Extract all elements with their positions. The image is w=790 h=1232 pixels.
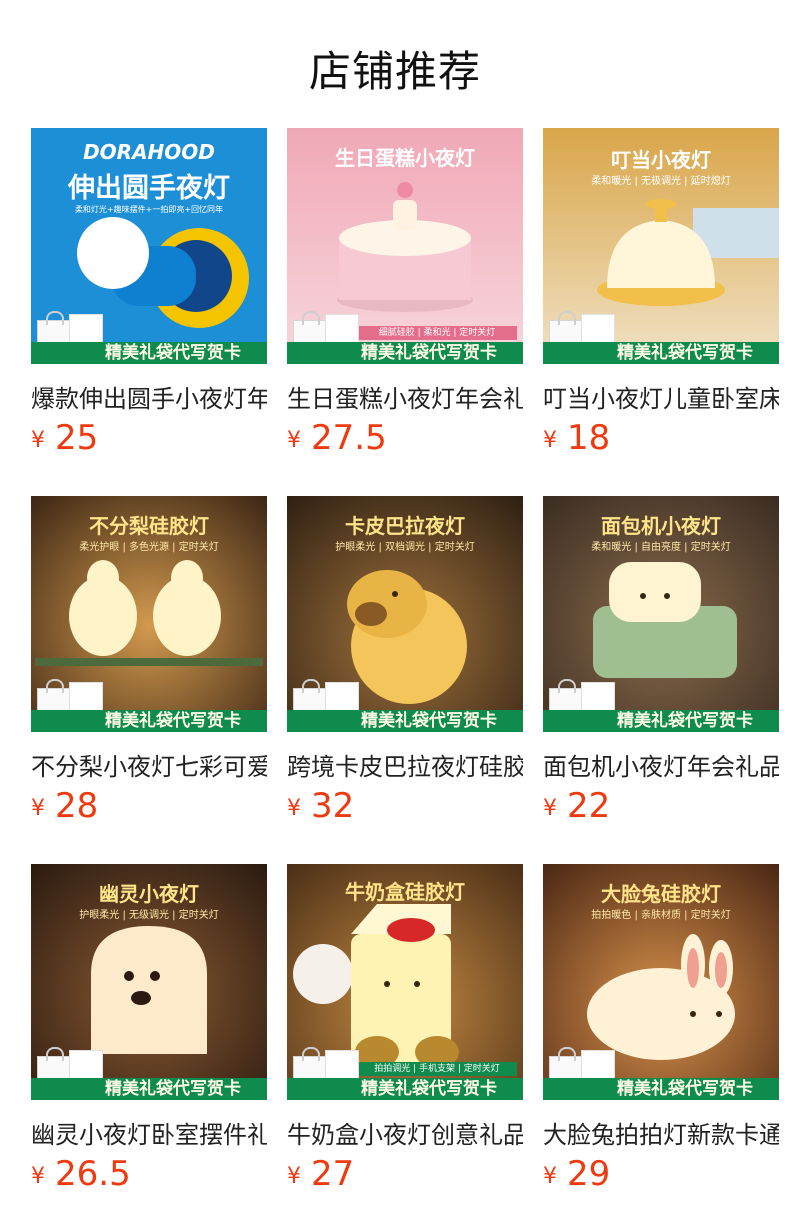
currency-symbol: ¥ (287, 796, 301, 821)
price-value: 25 (55, 418, 99, 458)
product-price: ¥27.5 (287, 418, 387, 458)
product-card[interactable]: 大脸兔硅胶灯 拍拍暖色 | 亲肤材质 | 定时关灯 精美礼袋代写贺卡 大脸兔拍拍… (543, 864, 779, 1194)
product-image[interactable]: 大脸兔硅胶灯 拍拍暖色 | 亲肤材质 | 定时关灯 精美礼袋代写贺卡 (543, 864, 779, 1100)
price-value: 26.5 (55, 1154, 131, 1194)
product-image[interactable]: 生日蛋糕小夜灯 细腻硅胶 | 柔和光 | 定时关灯 精美礼袋代写贺卡 (287, 128, 523, 364)
product-image[interactable]: 牛奶盒硅胶灯 拍拍调光 | 手机支架 | 定时关灯 精美礼袋代写贺卡 (287, 864, 523, 1100)
currency-symbol: ¥ (287, 1164, 301, 1189)
price-value: 32 (311, 786, 355, 826)
currency-symbol: ¥ (543, 1164, 557, 1189)
product-title[interactable]: 幽灵小夜灯卧室摆件礼品 (31, 1115, 267, 1147)
currency-symbol: ¥ (543, 428, 557, 453)
product-title[interactable]: 面包机小夜灯年会礼品 (543, 747, 779, 779)
currency-symbol: ¥ (287, 428, 301, 453)
price-value: 27.5 (311, 418, 387, 458)
ribbon-label: 精美礼袋代写贺卡 (617, 343, 753, 363)
currency-symbol: ¥ (31, 796, 45, 821)
ribbon-label: 精美礼袋代写贺卡 (617, 711, 753, 731)
product-card[interactable]: 叮当小夜灯 柔和暖光 | 无极调光 | 延时熄灯 精美礼袋代写贺卡 叮当小夜灯儿… (543, 128, 779, 458)
price-value: 22 (567, 786, 611, 826)
ribbon-label: 精美礼袋代写贺卡 (105, 711, 241, 731)
ribbon-label: 精美礼袋代写贺卡 (361, 343, 497, 363)
currency-symbol: ¥ (31, 1164, 45, 1189)
product-card[interactable]: 面包机小夜灯 柔和暖光 | 自由亮度 | 定时关灯 精美礼袋代写贺卡 面包机小夜… (543, 496, 779, 826)
product-image[interactable]: 叮当小夜灯 柔和暖光 | 无极调光 | 延时熄灯 精美礼袋代写贺卡 (543, 128, 779, 364)
product-title[interactable]: 爆款伸出圆手小夜灯年会礼品 (31, 379, 267, 411)
product-image[interactable]: 卡皮巴拉夜灯 护眼柔光 | 双档调光 | 定时关灯 精美礼袋代写贺卡 (287, 496, 523, 732)
product-image[interactable]: 不分梨硅胶灯 柔光护眼 | 多色光源 | 定时关灯 精美礼袋代写贺卡 (31, 496, 267, 732)
product-price: ¥26.5 (31, 1154, 131, 1194)
price-value: 18 (567, 418, 611, 458)
page-title: 店铺推荐 (308, 47, 481, 96)
product-image[interactable]: 幽灵小夜灯 护眼柔光 | 无级调光 | 定时关灯 精美礼袋代写贺卡 (31, 864, 267, 1100)
price-value: 27 (311, 1154, 355, 1194)
ribbon-label: 精美礼袋代写贺卡 (361, 1079, 497, 1099)
product-card[interactable]: 牛奶盒硅胶灯 拍拍调光 | 手机支架 | 定时关灯 精美礼袋代写贺卡 牛奶盒小夜… (287, 864, 523, 1194)
ribbon-label: 精美礼袋代写贺卡 (617, 1079, 753, 1099)
product-card[interactable]: DORAHOOD 伸出圆手夜灯 柔和灯光+趣味摆件+一拍即亮+回忆同年 精美礼袋… (31, 128, 267, 458)
product-price: ¥27 (287, 1154, 354, 1194)
ribbon-label: 精美礼袋代写贺卡 (105, 1079, 241, 1099)
currency-symbol: ¥ (31, 428, 45, 453)
product-image[interactable]: DORAHOOD 伸出圆手夜灯 柔和灯光+趣味摆件+一拍即亮+回忆同年 精美礼袋… (31, 128, 267, 364)
product-title[interactable]: 大脸兔拍拍灯新款卡通礼物 (543, 1115, 779, 1147)
price-value: 29 (567, 1154, 611, 1194)
product-title[interactable]: 不分梨小夜灯七彩可爱礼物 (31, 747, 267, 779)
product-image[interactable]: 面包机小夜灯 柔和暖光 | 自由亮度 | 定时关灯 精美礼袋代写贺卡 (543, 496, 779, 732)
product-price: ¥28 (31, 786, 98, 826)
product-title[interactable]: 生日蛋糕小夜灯年会礼品 (287, 379, 523, 411)
price-value: 28 (55, 786, 99, 826)
product-price: ¥29 (543, 1154, 610, 1194)
product-price: ¥18 (543, 418, 610, 458)
ribbon-label: 精美礼袋代写贺卡 (361, 711, 497, 731)
product-card[interactable]: 幽灵小夜灯 护眼柔光 | 无级调光 | 定时关灯 精美礼袋代写贺卡 幽灵小夜灯卧… (31, 864, 267, 1194)
product-price: ¥22 (543, 786, 610, 826)
product-card[interactable]: 不分梨硅胶灯 柔光护眼 | 多色光源 | 定时关灯 精美礼袋代写贺卡 不分梨小夜… (31, 496, 267, 826)
product-card[interactable]: 卡皮巴拉夜灯 护眼柔光 | 双档调光 | 定时关灯 精美礼袋代写贺卡 跨境卡皮巴… (287, 496, 523, 826)
product-price: ¥32 (287, 786, 354, 826)
product-title[interactable]: 跨境卡皮巴拉夜灯硅胶拍拍灯 (287, 747, 523, 779)
product-title[interactable]: 叮当小夜灯儿童卧室床头灯 (543, 379, 779, 411)
ribbon-label: 精美礼袋代写贺卡 (105, 343, 241, 363)
currency-symbol: ¥ (543, 796, 557, 821)
product-card[interactable]: 生日蛋糕小夜灯 细腻硅胶 | 柔和光 | 定时关灯 精美礼袋代写贺卡 生日蛋糕小… (287, 128, 523, 458)
product-title[interactable]: 牛奶盒小夜灯创意礼品 (287, 1115, 523, 1147)
product-price: ¥25 (31, 418, 98, 458)
